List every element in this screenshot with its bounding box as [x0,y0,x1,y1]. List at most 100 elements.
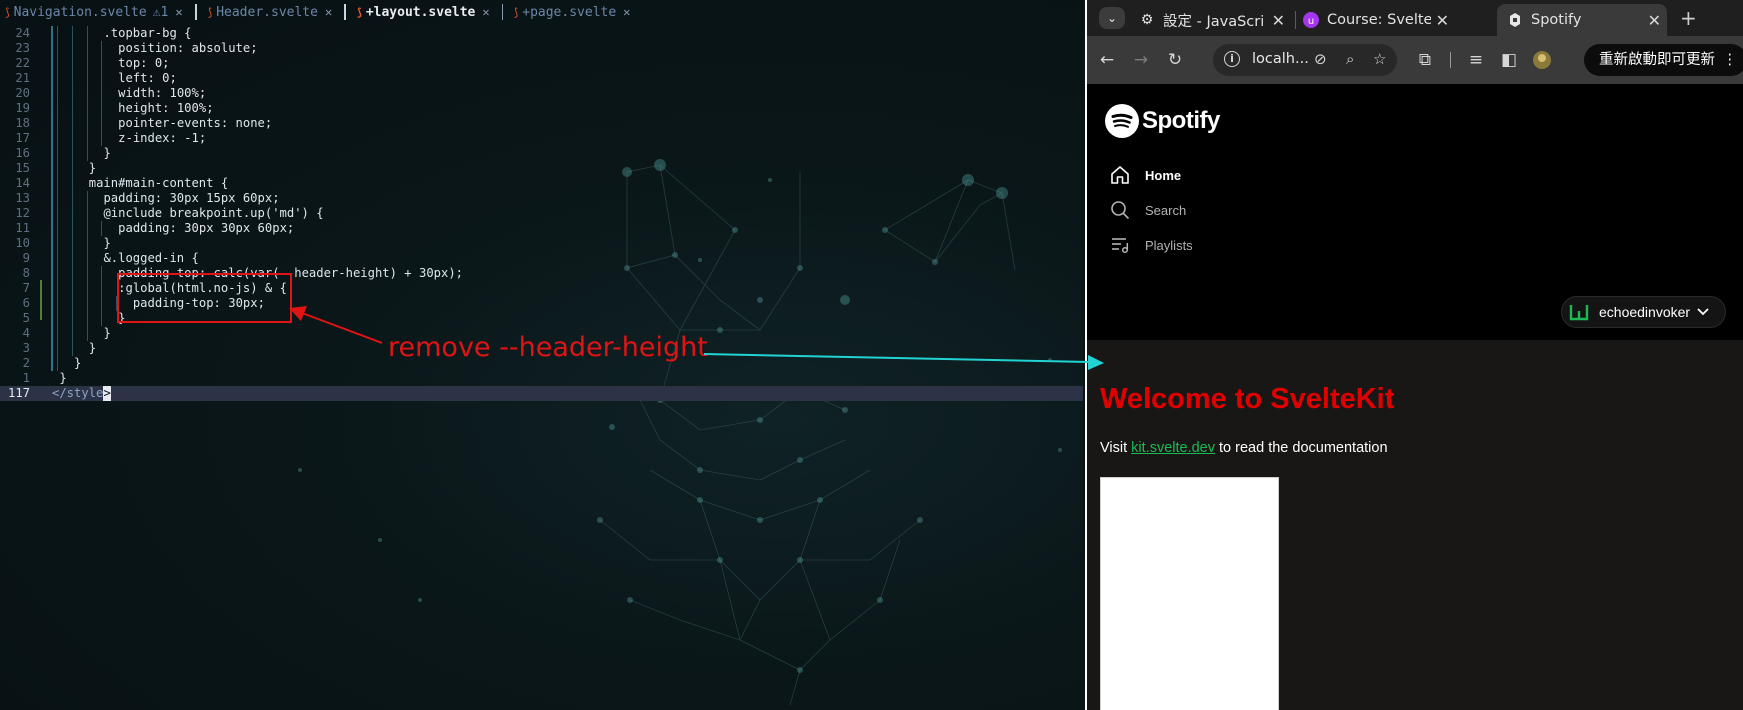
visit-paragraph: Visit kit.svelte.dev to read the documen… [1100,440,1388,456]
indent-guide [57,101,59,116]
line-number: 6 [22,296,30,310]
close-icon[interactable]: ✕ [623,5,630,19]
indent-guide [86,146,88,161]
indent-guide [57,311,59,326]
code-line[interactable]: 18 pointer-events: none; [0,116,1083,131]
code-line[interactable]: 17 z-index: -1; [0,131,1083,146]
restart-to-update-button[interactable]: 重新啟動即可更新 ⋮ [1584,44,1743,76]
indent-guide [72,221,74,236]
bookmark-star-icon[interactable]: ☆ [1373,50,1386,68]
line-number: 5 [22,311,30,325]
forward-icon[interactable]: → [1129,48,1153,72]
line-text: } [88,161,97,175]
code-line[interactable]: 21 left: 0; [0,71,1083,86]
indent-guide [86,296,88,311]
editor-tab-header[interactable]: ⟆ Header.svelte ✕ [203,0,339,24]
extensions-icon[interactable]: ⧉ [1413,48,1437,72]
code-line[interactable]: 12 @include breakpoint.up('md') { [0,206,1083,221]
more-options-icon[interactable]: ⋮ [1723,44,1738,76]
back-icon[interactable]: ← [1095,48,1119,72]
user-menu-button[interactable]: echoedinvoker [1561,296,1726,328]
code-line[interactable]: 19 height: 100%; [0,101,1083,116]
close-icon[interactable]: ✕ [175,5,182,19]
browser-tab-spotify[interactable]: Spotify ✕ [1497,4,1667,36]
close-icon[interactable]: ✕ [482,5,489,19]
editor-tab-page[interactable]: ⟆ +page.svelte ✕ [509,0,637,24]
line-number: 2 [22,356,30,370]
code-line[interactable]: 15} [0,161,1083,176]
zoom-icon[interactable]: ⌕ [1346,50,1354,68]
new-tab-button[interactable]: + [1680,6,1697,30]
indent-guide [57,176,59,191]
media-control-icon[interactable]: ≡ [1464,48,1488,72]
line-number: 15 [15,161,30,175]
annotation-text: remove --header-height [388,332,708,363]
line-text: position: absolute; [118,41,258,55]
docs-link[interactable]: kit.svelte.dev [1131,440,1215,456]
indent-guide [72,146,74,161]
indent-guide [72,86,74,101]
indent-guide [86,71,88,86]
indent-guide [101,116,103,131]
line-text: top: 0; [118,56,170,70]
indent-guide [72,161,74,176]
close-icon[interactable]: ✕ [1648,11,1661,30]
browser-toolbar: ← → ↻ i localh... ⊘ ⌕ ☆ ⧉ ≡ ◧ 重新啟動即可更新 ⋮ [1087,36,1743,84]
code-line[interactable]: 23 position: absolute; [0,41,1083,56]
indent-guide [57,341,59,356]
code-line[interactable]: 10} [0,236,1083,251]
line-text: padding: 30px 30px 60px; [118,221,295,235]
close-icon[interactable]: ✕ [1272,11,1285,30]
indent-guide [72,26,74,41]
profile-avatar-icon[interactable] [1530,48,1554,72]
nav-item-search[interactable]: Search [1109,199,1186,221]
code-line[interactable]: 14 main#main-content { [0,176,1083,191]
indent-guide [72,326,74,341]
close-icon[interactable]: ✕ [325,5,332,19]
reload-icon[interactable]: ↻ [1163,48,1187,72]
close-icon[interactable]: ✕ [1436,11,1449,30]
code-line[interactable]: 22 top: 0; [0,56,1083,71]
editor-tab-navigation[interactable]: ⟆ Navigation.svelte ⚠1 ✕ [0,0,189,24]
indent-guide [57,71,59,86]
indent-guide [72,281,74,296]
code-line[interactable]: 16} [0,146,1083,161]
spotify-logo[interactable]: Spotify [1105,104,1220,138]
address-bar[interactable]: i localh... ⊘ ⌕ ☆ [1213,44,1397,76]
indent-guide [86,101,88,116]
code-line-current[interactable]: 117 </style > [0,386,1083,401]
code-line[interactable]: 24 .topbar-bg { [0,26,1083,41]
site-info-icon[interactable]: i [1224,51,1240,67]
code-line[interactable]: 11 padding: 30px 30px 60px; [0,221,1083,236]
tab-search-button[interactable]: ⌄ [1099,7,1125,29]
code-line[interactable]: 1} [0,371,1083,386]
svelte-file-icon: ⟆ [4,5,11,19]
code-line[interactable]: 20 width: 100%; [0,86,1083,101]
indent-guide [86,116,88,131]
visit-suffix: to read the documentation [1215,440,1388,456]
code-line[interactable]: 9 &.logged-in { [0,251,1083,266]
indent-guide [86,266,88,281]
browser-tab-settings[interactable]: ⚙ 設定 - JavaScript ✕ [1139,4,1291,36]
browser-tab-strip: ⌄ ⚙ 設定 - JavaScript ✕ u Course: Svelte &… [1087,0,1743,36]
tab-divider [1295,11,1296,29]
indent-guide [101,101,103,116]
indent-guide [72,176,74,191]
editor-tab-bar: ⟆ Navigation.svelte ⚠1 ✕ ⟆ Header.svelte… [0,0,1083,24]
line-text: z-index: -1; [118,131,207,145]
indent-guide [101,131,103,146]
line-number: 3 [22,341,30,355]
nav-item-home[interactable]: Home [1109,164,1181,186]
editor-tab-layout[interactable]: ⟆ +layout.svelte ✕ [352,0,495,24]
side-panel-icon[interactable]: ◧ [1497,48,1521,72]
editor-tab-label: +layout.svelte [365,4,476,20]
code-editor[interactable]: ⟆ Navigation.svelte ⚠1 ✕ ⟆ Header.svelte… [0,0,1083,710]
browser-tab-course[interactable]: u Course: Svelte & ✕ [1303,4,1455,36]
no-tracking-icon[interactable]: ⊘ [1314,50,1327,68]
line-number: 10 [15,236,30,250]
code-line[interactable]: 13 padding: 30px 15px 60px; [0,191,1083,206]
line-text: } [88,341,97,355]
indent-guide [72,236,74,251]
tab-separator [344,4,347,20]
nav-item-playlists[interactable]: Playlists [1109,234,1193,256]
